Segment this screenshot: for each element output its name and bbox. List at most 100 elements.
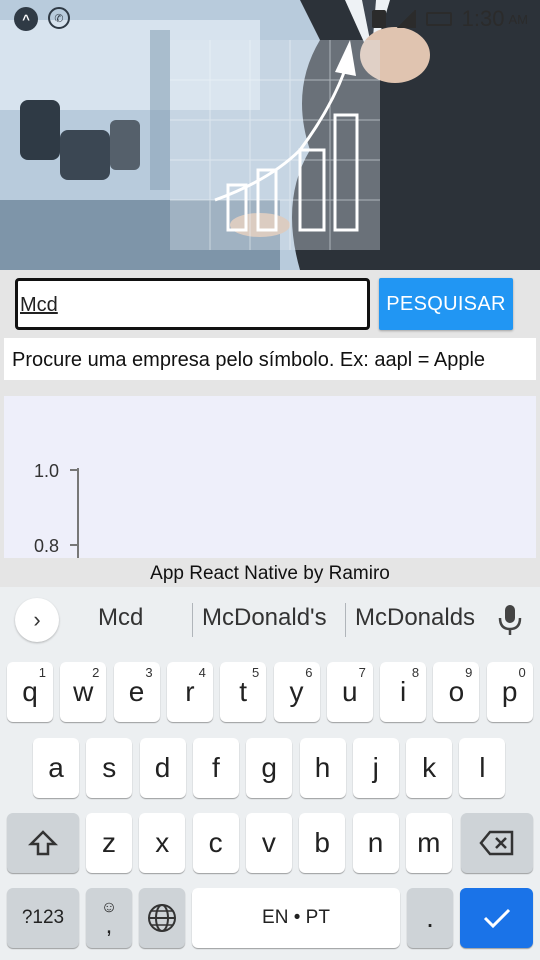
key-label: e <box>128 676 145 707</box>
language-key[interactable] <box>139 888 185 948</box>
key-alt-number: 0 <box>518 665 526 680</box>
key-n[interactable]: n <box>352 813 399 873</box>
key-k[interactable]: k <box>406 738 453 798</box>
key-label: n <box>367 827 384 858</box>
enter-key[interactable] <box>460 888 533 948</box>
period-key[interactable]: . <box>407 888 453 948</box>
key-alt-number: 7 <box>358 665 366 680</box>
key-j[interactable]: j <box>352 738 399 798</box>
footer-credit: App React Native by Ramiro <box>0 560 540 587</box>
key-z[interactable]: z <box>86 813 132 873</box>
battery-icon <box>425 12 452 26</box>
key-m[interactable]: m <box>405 813 452 873</box>
key-label: q <box>22 676 38 707</box>
key-o[interactable]: o9 <box>433 662 480 722</box>
globe-icon <box>148 904 176 932</box>
search-button[interactable]: PESQUISAR <box>379 278 513 330</box>
key-w[interactable]: w2 <box>60 662 107 722</box>
suggestion-item[interactable]: McDonald's <box>202 604 327 632</box>
key-s[interactable]: s <box>86 738 133 798</box>
on-screen-keyboard: › Mcd McDonald's McDonalds ?123 ☺ , EN • <box>0 587 540 960</box>
space-key[interactable]: EN • PT <box>192 888 400 948</box>
key-label: z <box>102 827 116 858</box>
key-label: h <box>314 752 331 783</box>
key-label: w <box>73 676 94 707</box>
key-label: t <box>239 676 248 707</box>
key-f[interactable]: f <box>192 738 239 798</box>
key-p[interactable]: p0 <box>486 662 533 722</box>
key-c[interactable]: c <box>192 813 239 873</box>
search-input-value: Mcd <box>20 294 58 316</box>
suggestion-divider <box>192 603 193 637</box>
signal-icon <box>395 10 416 28</box>
key-b[interactable]: b <box>299 813 346 873</box>
key-alt-number: 9 <box>465 665 473 680</box>
suggestion-item[interactable]: Mcd <box>98 604 143 632</box>
y-tick-label: 1.0 <box>34 461 59 481</box>
stock-chart: 1.0 0.8 <box>4 396 536 558</box>
key-g[interactable]: g <box>246 738 293 798</box>
suggestion-strip: › Mcd McDonald's McDonalds <box>0 587 540 653</box>
shift-icon <box>28 830 58 856</box>
clock: 1:30 <box>461 6 505 31</box>
checkmark-icon <box>483 908 510 929</box>
key-alt-number: 2 <box>92 665 100 680</box>
backspace-key[interactable] <box>461 813 533 873</box>
key-x[interactable]: x <box>139 813 186 873</box>
status-bar: ^ ✆ 1:30 AM <box>0 0 540 38</box>
key-label: b <box>314 827 330 858</box>
comma-label: , <box>105 912 113 939</box>
suggestion-item[interactable]: McDonalds <box>355 604 475 632</box>
microphone-icon[interactable] <box>496 603 524 637</box>
key-label: a <box>48 752 64 783</box>
key-label: k <box>422 752 437 783</box>
key-label: o <box>448 676 465 707</box>
y-tick-label: 0.8 <box>34 536 59 556</box>
symbols-key[interactable]: ?123 <box>7 888 79 948</box>
key-q[interactable]: q1 <box>7 662 53 722</box>
backspace-icon <box>479 830 514 856</box>
key-y[interactable]: y6 <box>273 662 320 722</box>
key-r[interactable]: r4 <box>166 662 213 722</box>
key-i[interactable]: i8 <box>380 662 427 722</box>
key-label: x <box>155 827 170 858</box>
key-label: f <box>212 752 220 783</box>
search-input[interactable]: Mcd <box>15 278 370 330</box>
key-label: s <box>102 752 117 783</box>
key-alt-number: 3 <box>145 665 153 680</box>
key-alt-number: 1 <box>38 665 46 680</box>
key-label: g <box>261 752 277 783</box>
key-t[interactable]: t5 <box>220 662 267 722</box>
clock-ampm: AM <box>508 11 529 27</box>
key-label: u <box>342 676 358 707</box>
comma-key[interactable]: ☺ , <box>86 888 132 948</box>
shift-key[interactable] <box>7 813 79 873</box>
key-d[interactable]: d <box>139 738 186 798</box>
suggestion-divider <box>345 603 346 637</box>
key-label: c <box>208 827 223 858</box>
key-label: r <box>185 676 195 707</box>
key-label: d <box>154 752 171 783</box>
sim-icon <box>371 10 386 28</box>
key-l[interactable]: l <box>459 738 506 798</box>
key-label: m <box>417 827 441 858</box>
search-row: Mcd PESQUISAR <box>0 270 540 336</box>
key-a[interactable]: a <box>33 738 79 798</box>
key-alt-number: 5 <box>251 665 260 680</box>
whatsapp-icon: ✆ <box>48 7 70 29</box>
key-label: l <box>479 752 486 783</box>
key-u[interactable]: u7 <box>326 662 373 722</box>
key-e[interactable]: e3 <box>113 662 160 722</box>
business-chart-illustration <box>0 0 540 270</box>
hint-text: Procure uma empresa pelo símbolo. Ex: aa… <box>4 338 536 380</box>
key-v[interactable]: v <box>245 813 292 873</box>
chevron-right-icon[interactable]: › <box>15 598 59 642</box>
key-alt-number: 6 <box>305 665 313 680</box>
key-h[interactable]: h <box>299 738 346 798</box>
key-label: j <box>372 752 379 783</box>
key-alt-number: 8 <box>411 665 420 680</box>
app-notification-icon: ^ <box>14 7 38 31</box>
key-label: p <box>501 676 518 707</box>
header-image: ^ ✆ 1:30 AM <box>0 0 540 270</box>
key-label: i <box>399 676 407 707</box>
